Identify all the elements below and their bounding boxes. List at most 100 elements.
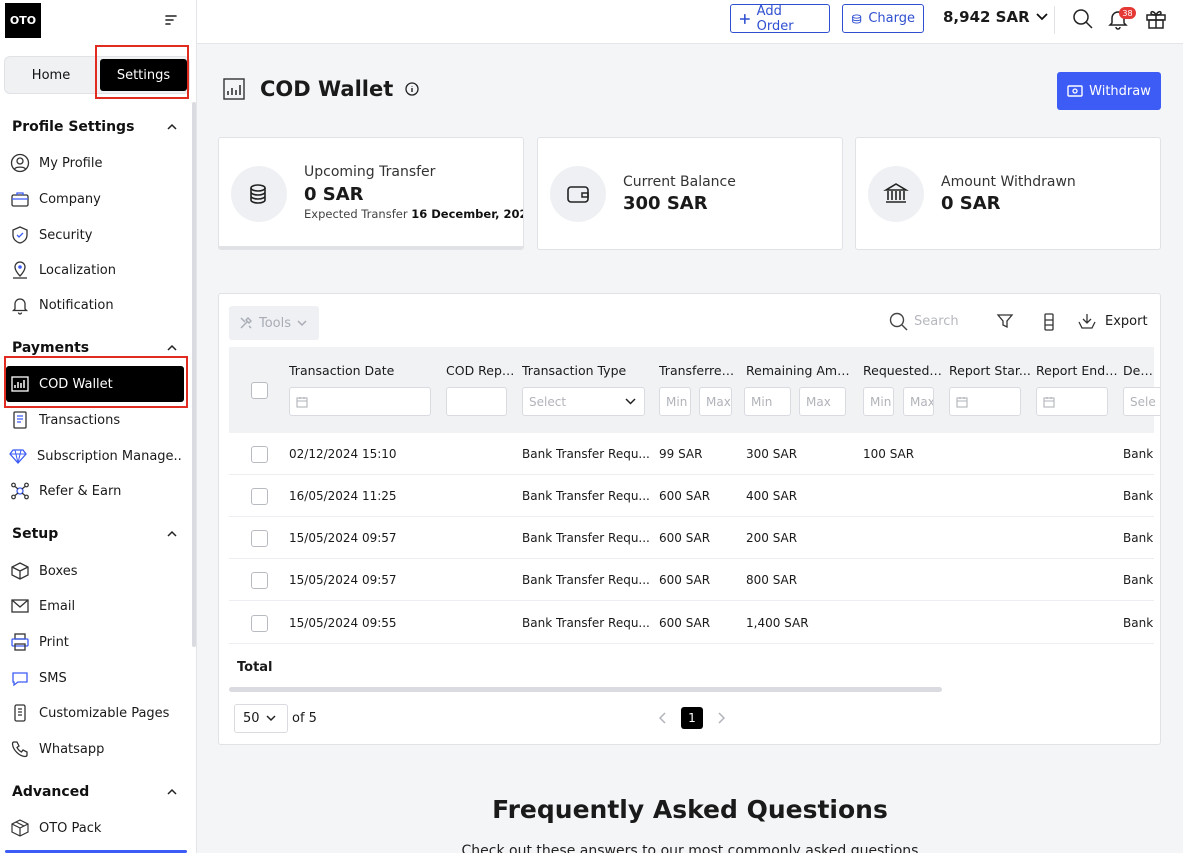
sidebar-item-sms[interactable]: SMS	[10, 664, 185, 692]
report-end-filter[interactable]	[1036, 387, 1108, 416]
sidebar-item-label: Whatsapp	[39, 741, 105, 757]
remaining-max[interactable]: Max	[799, 387, 846, 416]
tab-home[interactable]: Home	[5, 57, 97, 93]
cell-transferred: 99 SAR	[659, 447, 703, 461]
section-payments[interactable]: Payments	[12, 340, 177, 356]
oto-logo[interactable]: OTO	[5, 3, 41, 38]
sidebar-item-security[interactable]: Security	[10, 221, 185, 249]
table-row[interactable]: 15/05/2024 09:57 Bank Transfer Requ... 6…	[229, 517, 1154, 559]
col-transaction-type[interactable]: Transaction Type	[522, 363, 652, 378]
page-number-button[interactable]: 1	[681, 707, 703, 729]
cell-transferred: 600 SAR	[659, 616, 711, 630]
table-row[interactable]: 16/05/2024 11:25 Bank Transfer Requ... 6…	[229, 475, 1154, 517]
sidebar-item-whatsapp[interactable]: Whatsapp	[10, 735, 185, 763]
sidebar-item-transactions[interactable]: Transactions	[10, 406, 185, 434]
sidebar-item-localization[interactable]: Localization	[10, 256, 185, 284]
section-advanced[interactable]: Advanced	[12, 784, 177, 800]
row-checkbox[interactable]	[251, 446, 268, 463]
col-cod-report[interactable]: COD Repo...	[446, 363, 518, 378]
search-icon[interactable]	[1072, 8, 1094, 30]
filter-icon[interactable]	[996, 312, 1016, 332]
requested-min[interactable]: Min	[863, 387, 894, 416]
cell-remaining: 400 SAR	[746, 489, 798, 503]
transferred-min[interactable]: Min	[659, 387, 691, 416]
cell-date: 15/05/2024 09:57	[289, 531, 397, 545]
table-row[interactable]: 02/12/2024 15:10 Bank Transfer Requ... 9…	[229, 433, 1154, 475]
cell-date: 15/05/2024 09:55	[289, 616, 397, 630]
sidebar-item-refer-earn[interactable]: Refer & Earn	[10, 477, 185, 505]
sidebar-item-company[interactable]: Company	[10, 185, 185, 213]
col-requested[interactable]: Requested ...	[863, 363, 943, 378]
sidebar-item-oto-pack[interactable]: OTO Pack	[10, 814, 185, 842]
row-checkbox[interactable]	[251, 530, 268, 547]
sidebar-item-customizable-pages[interactable]: Customizable Pages	[10, 699, 185, 727]
horizontal-scrollbar[interactable]	[229, 687, 942, 692]
chevron-up-icon	[167, 344, 177, 351]
wallet-chart-icon	[10, 374, 30, 394]
charge-label: Charge	[868, 11, 915, 26]
transferred-max[interactable]: Max	[699, 387, 732, 416]
sidebar-item-boxes[interactable]: Boxes	[10, 557, 185, 585]
table-search[interactable]: Search	[889, 312, 959, 331]
page-size-select[interactable]: 50	[234, 704, 288, 733]
network-icon	[10, 481, 30, 501]
col-report-end[interactable]: Report End ...	[1036, 363, 1118, 378]
tools-button[interactable]: Tools	[229, 306, 319, 340]
cell-description: Bank	[1123, 447, 1154, 461]
notification-badge: 38	[1119, 7, 1136, 19]
row-checkbox[interactable]	[251, 488, 268, 505]
money-transfer-icon	[1067, 85, 1083, 97]
col-report-start[interactable]: Report Star...	[949, 363, 1031, 378]
highlight-box-settings	[95, 45, 189, 99]
sidebar-item-subscription[interactable]: Subscription Manage...	[8, 442, 183, 470]
section-setup[interactable]: Setup	[12, 526, 177, 542]
remaining-min[interactable]: Min	[744, 387, 791, 416]
sidebar-item-cod-wallet[interactable]: COD Wallet	[6, 366, 184, 402]
current-balance-label: Current Balance	[623, 174, 736, 190]
transaction-type-select[interactable]: Select	[522, 387, 645, 416]
select-placeholder: Select	[529, 394, 567, 409]
export-button[interactable]: Export	[1077, 312, 1148, 330]
box-icon	[10, 561, 30, 581]
shield-icon	[10, 225, 30, 245]
withdraw-button[interactable]: Withdraw	[1057, 72, 1161, 110]
total-label: Total	[237, 660, 273, 675]
calendar-icon	[296, 396, 308, 408]
columns-icon[interactable]	[1040, 312, 1060, 332]
sidebar-scrollbar[interactable]	[192, 102, 196, 647]
sidebar-item-print[interactable]: Print	[10, 628, 185, 656]
table-row[interactable]: 15/05/2024 09:57 Bank Transfer Requ... 6…	[229, 559, 1154, 601]
info-icon[interactable]	[405, 82, 419, 96]
report-start-filter[interactable]	[949, 387, 1021, 416]
sidebar-item-my-profile[interactable]: My Profile	[10, 149, 185, 177]
sidebar-item-email[interactable]: Email	[10, 592, 185, 620]
col-transaction-date[interactable]: Transaction Date	[289, 363, 434, 378]
chevron-up-icon	[167, 530, 177, 537]
col-remaining-amount[interactable]: Remaining Amo...	[746, 363, 856, 378]
add-order-button[interactable]: Add Order	[730, 4, 830, 34]
plus-icon	[739, 13, 750, 24]
faq-title: Frequently Asked Questions	[492, 795, 888, 824]
chevron-right-icon[interactable]	[717, 712, 725, 724]
section-label: Advanced	[12, 784, 90, 800]
charge-button[interactable]: Charge	[842, 4, 924, 33]
col-description[interactable]: Descr	[1123, 363, 1154, 378]
select-all-checkbox[interactable]	[251, 382, 268, 399]
gift-icon[interactable]	[1145, 8, 1167, 30]
sidebar-item-notification[interactable]: Notification	[10, 291, 185, 319]
col-transferred[interactable]: Transferred...	[659, 363, 741, 378]
search-input[interactable]: Search	[914, 314, 959, 329]
collapse-menu-icon[interactable]	[163, 13, 179, 27]
chevron-left-icon[interactable]	[659, 712, 667, 724]
date-filter[interactable]	[289, 387, 431, 416]
table-row[interactable]: 15/05/2024 09:55 Bank Transfer Requ... 6…	[229, 601, 1154, 644]
balance-dropdown[interactable]: 8,942 SAR	[943, 8, 1048, 26]
card-current-balance: Current Balance 300 SAR	[537, 137, 843, 250]
row-checkbox[interactable]	[251, 572, 268, 589]
section-label: Payments	[12, 340, 90, 356]
section-profile-settings[interactable]: Profile Settings	[12, 119, 177, 135]
cod-report-filter[interactable]	[446, 387, 507, 416]
requested-max[interactable]: Max	[903, 387, 934, 416]
description-select[interactable]: Sele	[1123, 387, 1160, 416]
row-checkbox[interactable]	[251, 615, 268, 632]
